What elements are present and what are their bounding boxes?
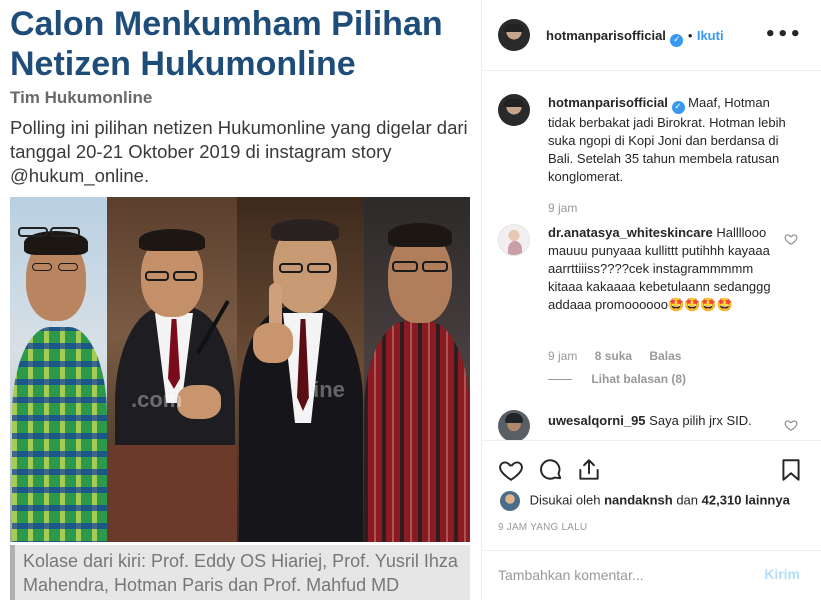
heart-icon[interactable]: [498, 457, 524, 483]
comment-like-heart-icon[interactable]: [784, 232, 798, 246]
verified-badge-icon: ✓: [670, 34, 684, 47]
author-line: hotmanparisofficial ✓ • Ikuti: [546, 27, 724, 47]
add-comment-input[interactable]: [498, 563, 748, 587]
post-image[interactable]: Calon Menkumham Pilihan Netizen Hukumonl…: [0, 0, 481, 600]
image-byline: Tim Hukumonline: [10, 88, 153, 107]
share-icon[interactable]: [576, 457, 602, 483]
comment-body: dr.anatasya_whiteskincare Hallllooo mauu…: [548, 224, 774, 314]
comment-username[interactable]: dr.anatasya_whiteskincare: [548, 225, 713, 240]
comment-body: uwesalqorni_95 Saya pilih jrx SID.: [548, 412, 774, 430]
collage-photo-3: line: [237, 197, 364, 542]
post-timestamp[interactable]: 9 JAM YANG LALU: [498, 522, 587, 533]
author-avatar[interactable]: [498, 19, 530, 51]
view-replies-link[interactable]: Lihat balasan (8): [548, 372, 686, 386]
liked-by-user[interactable]: nandaknsh: [604, 492, 673, 507]
post-comment-button[interactable]: Kirim: [764, 566, 800, 582]
image-headline: Calon Menkumham Pilihan Netizen Hukumonl…: [10, 5, 443, 83]
collage-photo-2: .com: [107, 197, 237, 542]
comment-avatar[interactable]: [498, 410, 530, 440]
collage-photo-1: [10, 197, 107, 542]
more-dots-icon[interactable]: •••: [764, 24, 802, 45]
comment-avatar[interactable]: [498, 94, 530, 126]
comment-meta: 9 jam: [548, 201, 577, 215]
comment-username[interactable]: uwesalqorni_95: [548, 413, 646, 428]
view-replies-label: Lihat balasan (8): [591, 372, 687, 386]
comment-like-heart-icon[interactable]: [784, 418, 798, 432]
comment-time[interactable]: 9 jam: [548, 201, 577, 215]
comments-list[interactable]: hotmanparisofficial ✓ Maaf, Hotman tidak…: [482, 72, 821, 440]
verified-badge-icon: ✓: [671, 101, 685, 114]
liked-by-prefix: Disukai oleh: [529, 492, 601, 508]
comment-avatar[interactable]: [498, 224, 530, 256]
comment-username[interactable]: hotmanparisofficial: [548, 95, 668, 110]
image-caption: Kolase dari kiri: Prof. Eddy OS Hiariej,…: [10, 545, 470, 600]
likes-summary: Disukai oleh nandaknsh dan 42,310 lainny…: [500, 491, 790, 511]
comment-likes-count[interactable]: 8 suka: [595, 349, 632, 363]
post-header: hotmanparisofficial ✓ • Ikuti •••: [482, 0, 821, 71]
comment-icon[interactable]: [538, 457, 564, 483]
liked-by-others[interactable]: 42,310 lainnya: [702, 492, 790, 507]
post-actions: Disukai oleh nandaknsh dan 42,310 lainny…: [482, 440, 821, 550]
bookmark-icon[interactable]: [778, 457, 804, 483]
liker-avatar[interactable]: [500, 491, 520, 511]
comment-time[interactable]: 9 jam: [548, 349, 577, 363]
collage-photo-4: [364, 197, 470, 542]
reply-button[interactable]: Balas: [649, 349, 681, 363]
liked-by-joiner: dan: [676, 492, 699, 508]
comment-meta: 9 jam 8 suka Balas: [548, 349, 681, 363]
add-comment-bar: Kirim: [482, 550, 821, 600]
header-separator: •: [687, 28, 693, 43]
image-intro-text: Polling ini pilihan netizen Hukumonline …: [10, 117, 468, 186]
comment-body: hotmanparisofficial ✓ Maaf, Hotman tidak…: [548, 94, 786, 186]
replies-divider: [548, 379, 572, 381]
author-username[interactable]: hotmanparisofficial: [546, 28, 666, 43]
post-side-panel: hotmanparisofficial ✓ • Ikuti ••• hotman…: [481, 0, 821, 600]
photo-collage: .com line: [10, 197, 470, 542]
comment-text: Saya pilih jrx SID.: [649, 413, 752, 428]
follow-button[interactable]: Ikuti: [697, 28, 724, 43]
